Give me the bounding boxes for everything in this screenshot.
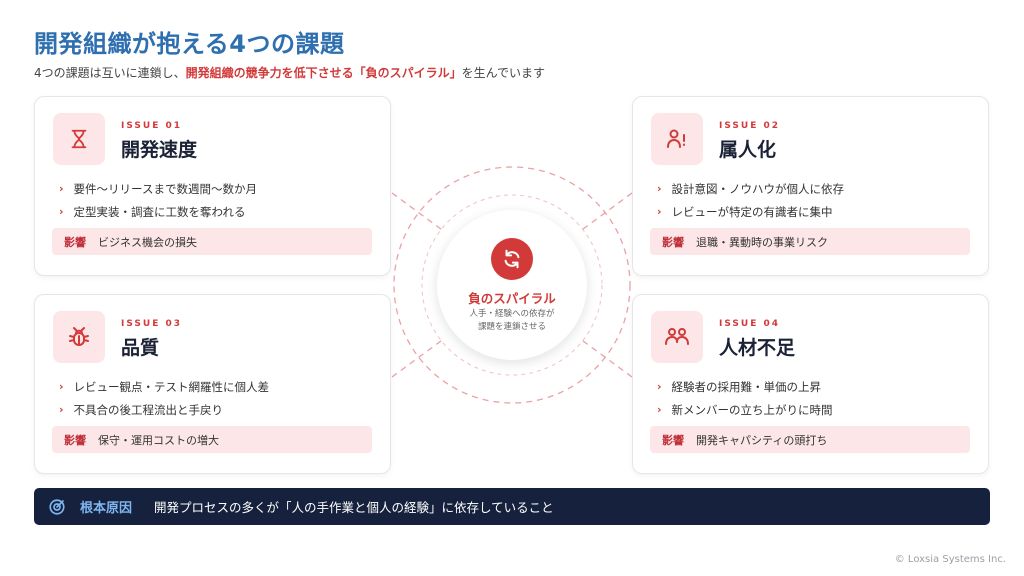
people-icon	[651, 311, 703, 363]
issue-label: ISSUE 02	[719, 121, 781, 131]
bullet-text: 新メンバーの立ち上がりに時間	[671, 402, 833, 417]
issue-label: ISSUE 01	[121, 121, 183, 131]
root-cause-text: 開発プロセスの多くが「人の手作業と個人の経験」に依存していること	[154, 500, 554, 515]
impact-label: 影響	[64, 433, 86, 447]
issue-card-4: ISSUE 04 人材不足 › 経験者の採用難・単価の上昇 › 新メンバーの立ち上が…	[632, 294, 989, 474]
spiral-description: 人手・経験への依存が 課題を連鎖させる	[437, 308, 587, 334]
impact-text: 退職・異動時の事業リスク	[696, 235, 828, 249]
hourglass-icon	[53, 113, 105, 165]
impact-bar: 影響 保守・運用コストの増大	[52, 426, 372, 453]
spiral-desc-line: 人手・経験への依存が	[469, 309, 555, 319]
bullet-item: › 定型実装・調査に工数を奪われる	[59, 200, 257, 223]
issue-bullets: › 経験者の採用難・単価の上昇 › 新メンバーの立ち上がりに時間	[657, 375, 833, 421]
bullet-text: 定型実装・調査に工数を奪われる	[73, 204, 246, 219]
chevron-right-icon: ›	[59, 380, 64, 393]
issue-name: 品質	[121, 337, 160, 359]
bullet-item: › レビューが特定の有識者に集中	[657, 200, 844, 223]
bullet-item: › 設計意図・ノウハウが個人に依存	[657, 177, 844, 200]
copyright-text: © Loxsia Systems Inc.	[894, 554, 1006, 565]
impact-text: 保守・運用コストの増大	[98, 433, 219, 447]
person-alert-icon	[651, 113, 703, 165]
issue-bullets: › 要件〜リリースまで数週間〜数か月 › 定型実装・調査に工数を奪われる	[59, 177, 257, 223]
impact-label: 影響	[64, 235, 86, 249]
bullet-text: レビュー観点・テスト網羅性に個人差	[73, 379, 270, 394]
issue-bullets: › レビュー観点・テスト網羅性に個人差 › 不具合の後工程流出と手戻り	[59, 375, 269, 421]
issue-card-1: ISSUE 01 開発速度 › 要件〜リリースまで数週間〜数か月 › 定型実装・調査…	[34, 96, 391, 276]
issue-name: 人材不足	[719, 337, 796, 359]
bullet-item: › 不具合の後工程流出と手戻り	[59, 398, 269, 421]
bullet-text: 要件〜リリースまで数週間〜数か月	[73, 181, 257, 196]
page-subtitle: 4つの課題は互いに連鎖し、開発組織の競争力を低下させる「負のスパイラル」を生んで…	[34, 64, 545, 81]
chevron-right-icon: ›	[59, 182, 64, 195]
bullet-item: › 要件〜リリースまで数週間〜数か月	[59, 177, 257, 200]
issue-card-3: ISSUE 03 品質 › レビュー観点・テスト網羅性に個人差 › 不具合の後工程流…	[34, 294, 391, 474]
bullet-text: レビューが特定の有識者に集中	[671, 204, 833, 219]
chevron-right-icon: ›	[657, 182, 662, 195]
chevron-right-icon: ›	[657, 403, 662, 416]
bullet-item: › レビュー観点・テスト網羅性に個人差	[59, 375, 269, 398]
impact-label: 影響	[662, 433, 684, 447]
bullet-text: 経験者の採用難・単価の上昇	[671, 379, 822, 394]
chevron-right-icon: ›	[657, 380, 662, 393]
bug-icon	[53, 311, 105, 363]
bullet-text: 設計意図・ノウハウが個人に依存	[671, 181, 845, 196]
bullet-item: › 新メンバーの立ち上がりに時間	[657, 398, 833, 421]
spiral-desc-line: 課題を連鎖させる	[477, 322, 546, 332]
impact-text: 開発キャパシティの頭打ち	[696, 433, 828, 447]
bullet-item: › 経験者の採用難・単価の上昇	[657, 375, 833, 398]
bullet-text: 不具合の後工程流出と手戻り	[73, 402, 224, 417]
impact-bar: 影響 退職・異動時の事業リスク	[650, 228, 970, 255]
root-cause-bar: 根本原因 開発プロセスの多くが「人の手作業と個人の経験」に依存していること	[34, 488, 990, 525]
issue-label: ISSUE 03	[121, 319, 183, 329]
issue-label: ISSUE 04	[719, 319, 781, 329]
chevron-right-icon: ›	[657, 205, 662, 218]
target-icon	[48, 498, 66, 516]
impact-bar: 影響 開発キャパシティの頭打ち	[650, 426, 970, 453]
subtitle-post: を生んでいます	[461, 66, 546, 80]
impact-label: 影響	[662, 235, 684, 249]
issue-bullets: › 設計意図・ノウハウが個人に依存 › レビューが特定の有識者に集中	[657, 177, 844, 223]
chevron-right-icon: ›	[59, 205, 64, 218]
chevron-right-icon: ›	[59, 403, 64, 416]
spiral-title: 負のスパイラル	[468, 291, 556, 306]
subtitle-highlight: 開発組織の競争力を低下させる「負のスパイラル」	[185, 66, 462, 80]
negative-spiral-hub: 負のスパイラル 人手・経験への依存が 課題を連鎖させる	[437, 210, 587, 360]
refresh-cycle-icon	[491, 238, 533, 280]
impact-bar: 影響 ビジネス機会の損失	[52, 228, 372, 255]
impact-text: ビジネス機会の損失	[98, 235, 197, 249]
root-cause-label: 根本原因	[80, 501, 133, 516]
subtitle-pre: 4つの課題は互いに連鎖し、	[34, 66, 186, 80]
issue-name: 属人化	[719, 139, 777, 161]
issue-card-2: ISSUE 02 属人化 › 設計意図・ノウハウが個人に依存 › レビューが特定の有…	[632, 96, 989, 276]
issue-name: 開発速度	[121, 139, 198, 161]
page-title: 開発組織が抱える4つの課題	[34, 30, 345, 58]
